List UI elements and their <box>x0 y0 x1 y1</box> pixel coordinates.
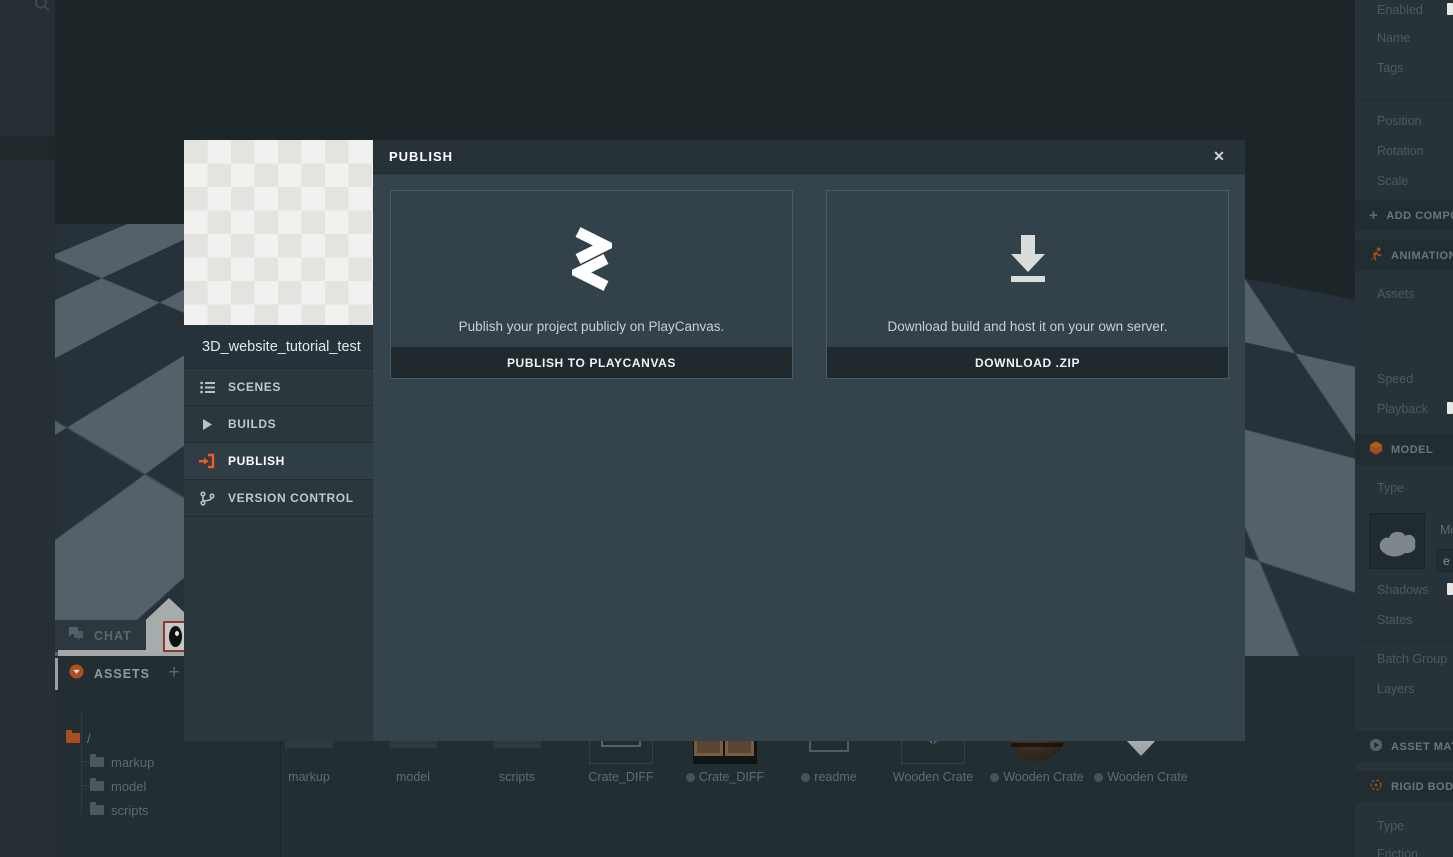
model-section-header[interactable]: MODEL <box>1355 434 1453 465</box>
download-zip-card: Download build and host it on your own s… <box>826 190 1229 379</box>
menu-item-scenes[interactable]: SCENES <box>184 369 373 406</box>
tree-connector <box>81 761 89 762</box>
asset-label: scripts <box>498 770 536 784</box>
play-circle-icon <box>1369 738 1383 755</box>
publish-playcanvas-card: Publish your project publicly on PlayCan… <box>390 190 793 379</box>
asset-label: Wooden Crate <box>1107 770 1188 784</box>
rigid-body-icon <box>1369 778 1383 795</box>
search-icon[interactable] <box>33 0 51 19</box>
project-thumbnail <box>184 140 373 325</box>
animation-runner-icon <box>1369 247 1383 264</box>
asset-label: markup <box>288 770 330 784</box>
tree-item-label: scripts <box>111 802 149 818</box>
tree-item-label: markup <box>111 754 155 770</box>
publish-dialog-sidebar: 3D_website_tutorial_test SCENES BUILDS P… <box>184 140 373 741</box>
publish-to-playcanvas-button[interactable]: PUBLISH TO PLAYCANVAS <box>391 347 792 378</box>
tree-connector <box>81 785 89 786</box>
field-scale: Scale <box>1377 174 1409 188</box>
field-rotation: Rotation <box>1377 144 1424 158</box>
asset-dot <box>801 772 811 782</box>
asset-label: model <box>395 770 431 784</box>
add-component-button[interactable]: + ADD COMPONENT <box>1355 200 1453 231</box>
builds-play-icon <box>199 418 215 431</box>
model-asset-label: Model <box>1440 523 1453 537</box>
tree-item-label: model <box>111 778 147 794</box>
tree-item-markup[interactable]: markup <box>90 750 154 774</box>
field-speed: Speed <box>1377 372 1414 386</box>
model-cube-icon <box>1369 441 1383 458</box>
birdhouse-hole <box>169 626 182 647</box>
project-name: 3D_website_tutorial_test <box>184 325 373 369</box>
divider <box>1355 641 1453 642</box>
field-shadows: Shadows <box>1377 583 1429 597</box>
enabled-checkbox[interactable] <box>1447 3 1453 15</box>
field-rb-type: Type <box>1377 819 1405 833</box>
asset-label: Wooden Crate <box>892 770 974 784</box>
model-asset-thumbnail[interactable] <box>1369 513 1425 569</box>
asset-dot <box>1094 772 1104 782</box>
model-asset-input[interactable]: e <box>1437 549 1453 572</box>
folder-icon <box>90 802 104 815</box>
hierarchy-selected-row[interactable] <box>0 136 55 160</box>
tree-connector <box>81 809 82 810</box>
field-enabled: Enabled <box>1377 3 1423 17</box>
field-model-type: Type <box>1377 481 1405 495</box>
publish-dialog-main: PUBLISH ✕ Publish your project publicly … <box>373 140 1245 741</box>
assets-title: ASSETS <box>94 667 151 681</box>
folder-icon <box>90 754 104 767</box>
field-playback: Playback <box>1377 402 1428 416</box>
chat-label: CHAT <box>94 629 132 643</box>
tree-item-root[interactable]: / <box>66 726 91 750</box>
tree-item-label: / <box>87 730 91 746</box>
field-batch-group: Batch Group <box>1377 652 1448 666</box>
menu-item-builds[interactable]: BUILDS <box>184 406 373 443</box>
asset-label: Wooden Crate <box>1003 770 1084 784</box>
field-anim-assets: Assets <box>1377 287 1415 301</box>
playcanvas-editor: CHAT ASSETS + / markup model scripts mar… <box>0 0 1453 857</box>
branch-icon <box>199 490 215 506</box>
playback-checkbox[interactable] <box>1447 402 1453 414</box>
asset-label: Crate_DIFF <box>588 770 654 784</box>
inspector-panel: Enabled Name Tags Position Rotation Scal… <box>1355 0 1453 857</box>
animation-section-header[interactable]: ANIMATION <box>1355 240 1453 271</box>
rigid-body-section-header[interactable]: RIGID BODY <box>1355 771 1453 802</box>
publish-dialog-header: PUBLISH ✕ <box>373 140 1245 174</box>
asset-dot <box>990 772 1000 782</box>
dialog-title: PUBLISH <box>389 149 454 164</box>
hierarchy-panel[interactable] <box>0 0 55 857</box>
chat-icon <box>68 626 84 646</box>
folder-icon <box>90 778 104 791</box>
field-tags: Tags <box>1377 61 1404 75</box>
close-icon[interactable]: ✕ <box>1209 147 1229 167</box>
field-friction: Friction <box>1377 847 1418 857</box>
tree-item-model[interactable]: model <box>90 774 146 798</box>
tree-item-scripts[interactable]: scripts <box>90 798 149 822</box>
field-layers: Layers <box>1377 682 1415 696</box>
menu-item-publish[interactable]: PUBLISH <box>184 443 373 480</box>
publish-arrow-icon <box>199 453 215 469</box>
download-icon <box>1000 191 1056 319</box>
asset-label: readme <box>814 770 857 784</box>
assets-panel-icon[interactable] <box>69 664 84 684</box>
publish-card-description: Publish your project publicly on PlayCan… <box>458 319 725 334</box>
asset-label: Crate_DIFF <box>698 770 765 784</box>
playcanvas-logo <box>571 191 612 319</box>
publish-dialog: 3D_website_tutorial_test SCENES BUILDS P… <box>184 140 1245 741</box>
asset-materials-toggle[interactable]: ASSET MATERIALS <box>1355 731 1453 762</box>
download-zip-button[interactable]: DOWNLOAD .ZIP <box>827 347 1228 378</box>
field-states: States <box>1377 613 1413 627</box>
folder-icon <box>66 730 80 743</box>
divider <box>1355 100 1453 101</box>
download-card-description: Download build and host it on your own s… <box>887 319 1168 334</box>
shadows-checkbox[interactable] <box>1447 583 1453 595</box>
field-position: Position <box>1377 114 1422 128</box>
scenes-list-icon <box>199 381 215 394</box>
plus-icon: + <box>1369 207 1379 224</box>
birdhouse-hole-glint <box>175 631 179 636</box>
menu-item-version-control[interactable]: VERSION CONTROL <box>184 480 373 517</box>
field-name: Name <box>1377 31 1411 45</box>
asset-dot <box>685 772 695 782</box>
publish-dialog-body: Publish your project publicly on PlayCan… <box>373 174 1245 741</box>
